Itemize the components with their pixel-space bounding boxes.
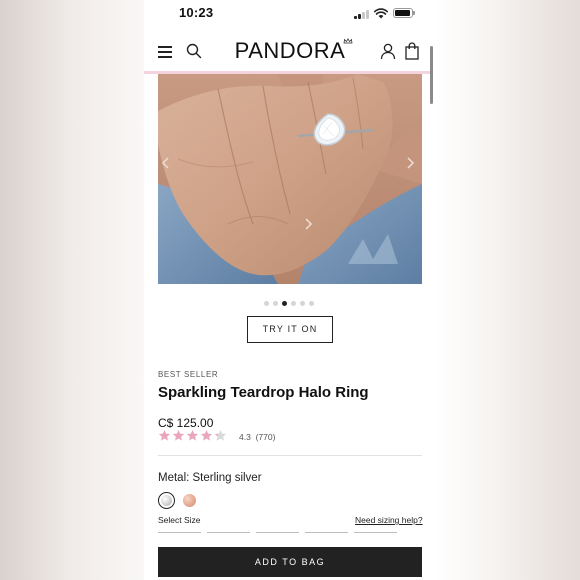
- crown-icon: [343, 38, 353, 44]
- site-header: PANDORA: [144, 30, 436, 74]
- rating-summary[interactable]: 4.3 (770): [239, 432, 275, 442]
- carousel-dot[interactable]: [300, 301, 305, 306]
- background-right: [436, 0, 580, 580]
- star-icon: [214, 429, 227, 441]
- star-icon: [186, 429, 199, 441]
- product-photo: [158, 74, 422, 284]
- status-time: 10:23: [179, 5, 214, 20]
- bag-icon[interactable]: [405, 42, 419, 60]
- product-price: C$ 125.00: [158, 416, 214, 430]
- rating-value: 4.3: [239, 432, 251, 442]
- star-icon: [200, 429, 213, 441]
- size-option[interactable]: [207, 532, 250, 533]
- phone-screen: 10:23 PANDORA TRY IT ON BEST SELLER Spar…: [144, 0, 436, 580]
- rating-stars[interactable]: [158, 429, 227, 443]
- divider: [158, 455, 422, 456]
- review-count: (770): [255, 432, 276, 442]
- scroll-indicator[interactable]: [430, 46, 433, 104]
- sizing-help-link[interactable]: Need sizing help?: [355, 515, 423, 525]
- carousel-dot[interactable]: [282, 301, 287, 306]
- swatch-rose-gold[interactable]: [183, 494, 196, 507]
- search-icon[interactable]: [186, 43, 202, 59]
- account-icon[interactable]: [380, 43, 396, 60]
- product-title: Sparkling Teardrop Halo Ring: [158, 384, 369, 401]
- star-icon: [172, 429, 185, 441]
- select-size-label: Select Size: [158, 515, 201, 525]
- battery-icon: [393, 8, 415, 18]
- best-seller-badge: BEST SELLER: [158, 370, 219, 379]
- size-option[interactable]: [158, 532, 201, 533]
- wifi-icon: [374, 8, 388, 19]
- metal-label: Metal: Sterling silver: [158, 472, 262, 484]
- menu-icon[interactable]: [158, 46, 172, 58]
- size-option[interactable]: [256, 532, 299, 533]
- swatch-sterling-silver[interactable]: [158, 492, 175, 509]
- star-icon: [158, 429, 171, 441]
- brand-logo[interactable]: PANDORA: [234, 38, 346, 64]
- carousel-dot[interactable]: [273, 301, 278, 306]
- carousel-dot[interactable]: [264, 301, 269, 306]
- carousel-dot[interactable]: [309, 301, 314, 306]
- status-bar: 10:23: [144, 0, 436, 28]
- try-it-on-button[interactable]: TRY IT ON: [247, 316, 333, 343]
- carousel-dot[interactable]: [291, 301, 296, 306]
- product-image[interactable]: [158, 74, 422, 284]
- size-option[interactable]: [305, 532, 348, 533]
- carousel-dots: [264, 301, 314, 307]
- size-option[interactable]: [354, 532, 397, 533]
- add-to-bag-button[interactable]: ADD TO BAG: [158, 547, 422, 577]
- signal-icon: [354, 9, 372, 19]
